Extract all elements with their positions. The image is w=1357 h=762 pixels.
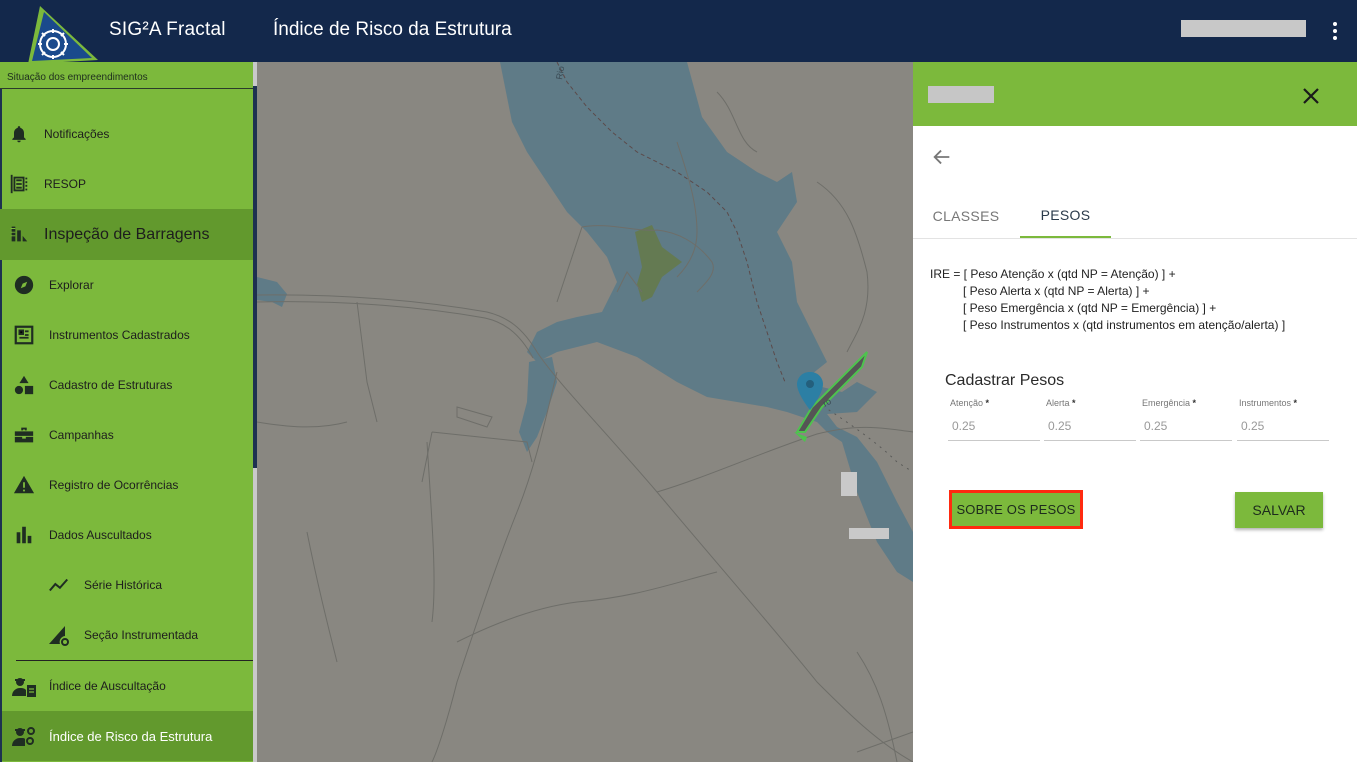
user-name-redacted[interactable] [1181, 20, 1306, 37]
app-logo-icon[interactable] [22, 4, 102, 66]
sidebar-item-serie-historica[interactable]: Série Histórica [2, 560, 253, 610]
panel-header [913, 62, 1357, 126]
field-label: Atenção [950, 398, 984, 408]
situation-label: Situação dos empreendimentos [7, 72, 148, 83]
structure-name-redacted [928, 86, 994, 103]
tab-pesos[interactable]: PESOS [1020, 194, 1111, 238]
map-view[interactable]: Rio ro [257, 62, 913, 762]
trend-line-icon [46, 572, 72, 598]
compass-icon [11, 272, 37, 298]
warning-icon [11, 472, 37, 498]
resop-icon [6, 171, 32, 197]
sidebar-item-label: Notificações [44, 127, 110, 141]
sidebar-item-label: Inspeção de Barragens [44, 225, 210, 243]
app-title: SIG²A Fractal [109, 19, 226, 40]
sidebar-item-label: Explorar [49, 278, 94, 292]
tab-bar: CLASSES PESOS [913, 194, 1357, 239]
emergencia-input[interactable] [1140, 416, 1232, 436]
sidebar-item-secao-instrumentada[interactable]: Seção Instrumentada [2, 610, 253, 660]
field-label: Alerta [1046, 398, 1070, 408]
sidebar-item-instrumentos[interactable]: Instrumentos Cadastrados [2, 310, 253, 360]
instrument-icon [11, 322, 37, 348]
required-mark: * [1192, 398, 1197, 408]
back-arrow-icon[interactable] [931, 146, 953, 168]
more-vert-icon[interactable] [1326, 20, 1344, 42]
alerta-input[interactable] [1044, 416, 1136, 436]
field-emergencia: Emergência * [1140, 398, 1232, 441]
sidebar-item-label: Cadastro de Estruturas [49, 378, 173, 392]
sidebar-item-ocorrencias[interactable]: Registro de Ocorrências [2, 460, 253, 510]
sidebar-item-indice-auscultacao[interactable]: Índice de Auscultação [2, 661, 253, 711]
sidebar-item-dados-auscultados[interactable]: Dados Auscultados [2, 510, 253, 560]
sidebar-item-label: Registro de Ocorrências [49, 478, 179, 492]
required-mark: * [1293, 398, 1298, 408]
form-title: Cadastrar Pesos [945, 372, 1065, 389]
sidebar-item-label: Dados Auscultados [49, 528, 152, 542]
formula-line: [ Peso Alerta x (qtd NP = Alerta) ] + [963, 284, 1150, 298]
required-mark: * [1072, 398, 1076, 408]
engineer-gear-icon [11, 723, 37, 749]
side-panel: CLASSES PESOS IRE = [ Peso Atenção x (qt… [913, 62, 1357, 762]
tab-classes[interactable]: CLASSES [924, 194, 1008, 238]
sidebar-item-indice-risco[interactable]: Índice de Risco da Estrutura [2, 711, 253, 761]
atencao-input[interactable] [948, 416, 1040, 436]
divider [0, 88, 253, 89]
bar-chart-icon [11, 522, 37, 548]
field-alerta: Alerta * [1044, 398, 1136, 441]
field-label: Emergência [1142, 398, 1191, 408]
top-app-bar: SIG²A Fractal Índice de Risco da Estrutu… [0, 0, 1357, 64]
formula-line: [ Peso Emergência x (qtd NP = Emergência… [963, 301, 1217, 315]
field-atencao: Atenção * [948, 398, 1040, 441]
ire-formula: IRE = [ Peso Atenção x (qtd NP = Atenção… [930, 266, 1285, 334]
field-label: Instrumentos [1239, 398, 1292, 408]
sidebar-item-label: Seção Instrumentada [84, 628, 199, 642]
sidebar-item-label: RESOP [44, 177, 87, 191]
engineer-doc-icon [11, 673, 37, 699]
sidebar-section-inspecao[interactable]: Inspeção de Barragens [0, 209, 253, 260]
sidebar-item-label: Índice de Auscultação [49, 679, 166, 693]
page-title: Índice de Risco da Estrutura [273, 19, 512, 40]
sobre-os-pesos-button[interactable]: SOBRE OS PESOS [949, 490, 1083, 529]
map-canvas[interactable]: Rio ro [257, 62, 913, 762]
sidebar-item-cadastro-estruturas[interactable]: Cadastro de Estruturas [2, 360, 253, 410]
save-button[interactable]: SALVAR [1235, 492, 1323, 528]
sidebar-item-campanhas[interactable]: Campanhas [2, 410, 253, 460]
formula-line: [ Peso Instrumentos x (qtd instrumentos … [963, 318, 1286, 332]
section-gear-icon [46, 622, 72, 648]
briefcase-icon [11, 422, 37, 448]
sidebar-item-label: Série Histórica [84, 578, 163, 592]
sidebar-item-resop[interactable]: RESOP [2, 159, 253, 209]
required-mark: * [985, 398, 990, 408]
sidebar-item-explorar[interactable]: Explorar [2, 260, 253, 310]
instrumentos-input[interactable] [1237, 416, 1329, 436]
sidebar-item-label: Campanhas [49, 428, 114, 442]
sidebar-item-notificacoes[interactable]: Notificações [2, 109, 253, 159]
sidebar: Situação dos empreendimentos Notificaçõe… [0, 62, 257, 762]
bell-icon [6, 121, 32, 147]
field-instrumentos: Instrumentos * [1237, 398, 1329, 441]
close-icon[interactable] [1299, 84, 1323, 108]
shapes-icon [11, 372, 37, 398]
formula-line: IRE = [ Peso Atenção x (qtd NP = Atenção… [930, 267, 1176, 281]
dam-icon [6, 221, 32, 247]
sidebar-item-label: Instrumentos Cadastrados [49, 328, 190, 342]
sidebar-item-label: Índice de Risco da Estrutura [49, 728, 213, 744]
